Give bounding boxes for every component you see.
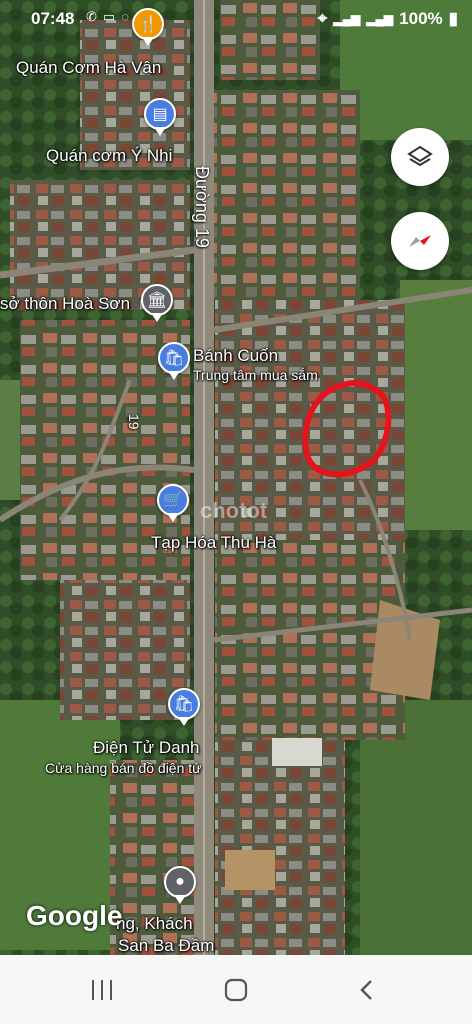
battery-percent: 100% bbox=[399, 9, 443, 28]
place-subtitle-banh-cuon: Trung tâm mua sắm bbox=[193, 367, 318, 383]
viber-icon: ✆ bbox=[86, 9, 97, 24]
google-logo: Google bbox=[26, 900, 123, 931]
home-icon bbox=[224, 978, 248, 1002]
place-label-dien-tu-danh[interactable]: Điện Tử Danh bbox=[93, 738, 200, 758]
place-label-khach-san-line1[interactable]: ng, Khách bbox=[116, 914, 193, 934]
shopping-bag-icon[interactable]: 🛍 bbox=[158, 342, 190, 374]
place-pin-icon[interactable]: ● bbox=[164, 866, 196, 898]
layers-button[interactable] bbox=[391, 128, 449, 186]
notification-icons: ✆ ▭ ◌ bbox=[86, 9, 129, 25]
shopping-cart-icon[interactable]: 🛒 bbox=[157, 484, 189, 516]
back-button[interactable] bbox=[347, 975, 387, 1005]
signal-icon: ▂▄▆ bbox=[333, 12, 361, 26]
layers-icon bbox=[407, 145, 433, 167]
place-subtitle-dien-tu-danh: Cửa hàng bán đồ điện tử bbox=[45, 760, 202, 776]
back-icon bbox=[360, 980, 372, 1000]
place-label-quan-com-ha-van[interactable]: Quán Cơm Hà Vân bbox=[16, 58, 161, 78]
signal-icon: ▂▄▆ bbox=[366, 12, 394, 26]
clock: 07:48 bbox=[31, 9, 75, 28]
road-label-duong-19: Đường 19 bbox=[192, 166, 212, 248]
place-label-tap-hoa-thu-ha[interactable]: Tạp Hóa Thu Hà bbox=[151, 533, 276, 553]
compass-icon bbox=[409, 235, 431, 247]
shopping-bag-icon[interactable]: 🛍 bbox=[168, 688, 200, 720]
government-building-icon[interactable]: 🏛 bbox=[141, 284, 173, 316]
status-bar: 07:48 ✆ ▭ ◌ ⌖ ▂▄▆ ▂▄▆ 100% ▮ bbox=[0, 0, 472, 38]
compass-button[interactable] bbox=[391, 212, 449, 270]
road-label-19: 19 bbox=[126, 414, 142, 430]
place-label-quan-com-y-nhi[interactable]: Quán cơm Ý Nhi bbox=[46, 146, 172, 166]
recent-apps-button[interactable] bbox=[82, 975, 122, 1005]
place-label-khach-san-line2[interactable]: San Ba Đầm bbox=[118, 936, 214, 955]
system-icons: ⌖ ▂▄▆ ▂▄▆ 100% ▮ bbox=[318, 9, 458, 29]
place-label-thon-hoa-son[interactable]: sở thôn Hoà Sơn bbox=[0, 294, 130, 314]
restaurant-icon[interactable]: 🍴 bbox=[132, 8, 164, 40]
messenger-icon: ◌ bbox=[121, 9, 129, 24]
battery-icon: ▮ bbox=[448, 9, 458, 28]
location-icon: ⌖ bbox=[317, 9, 328, 28]
place-label-banh-cuon[interactable]: Bánh Cuốn bbox=[193, 346, 278, 366]
watermark: chotot bbox=[200, 498, 268, 523]
hotel-icon[interactable]: ▤ bbox=[144, 98, 176, 130]
recent-apps-icon bbox=[92, 980, 112, 1000]
satellite-map[interactable]: 07:48 ✆ ▭ ◌ ⌖ ▂▄▆ ▂▄▆ 100% ▮ 🍴 ▤ 🏛 🛍 🛒 🛍… bbox=[0, 0, 472, 955]
navigation-bar bbox=[0, 955, 472, 1024]
zalo-icon: ▭ bbox=[102, 9, 116, 24]
home-button[interactable] bbox=[216, 975, 256, 1005]
